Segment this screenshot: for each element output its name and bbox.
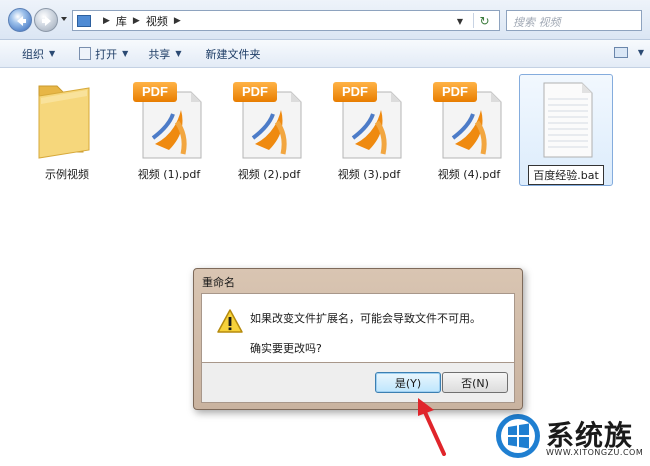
address-bar: ▶ 库 ▶ 视频 ▶ ▼ ↻ 搜索 视频 — [0, 0, 650, 40]
pdf-badge: PDF — [333, 82, 377, 102]
organize-button[interactable]: 组织 ▼ — [16, 43, 61, 65]
rename-warning-dialog: 重命名 如果改变文件扩展名，可能会导致文件不可用。 确实要更改吗? 是(Y) 否… — [193, 268, 523, 410]
library-icon — [77, 14, 91, 27]
open-label: 打开 — [95, 47, 118, 61]
file-item-pdf-4[interactable]: PDF 视频 (4).pdf — [424, 74, 514, 182]
file-item-bat[interactable]: 百度经验.bat — [519, 74, 613, 186]
file-label: 示例视频 — [45, 168, 89, 181]
watermark-url: WWW.XITONGZU.COM — [546, 448, 644, 457]
view-mode-icon[interactable] — [614, 47, 628, 58]
pdf-badge: PDF — [233, 82, 277, 102]
file-item-pdf-3[interactable]: PDF 视频 (3).pdf — [324, 74, 414, 182]
open-button[interactable]: 打开 ▼ — [73, 43, 134, 65]
refresh-icon[interactable]: ↻ — [473, 13, 495, 28]
warning-icon — [217, 309, 243, 333]
pdf-file-icon: PDF — [429, 74, 509, 162]
file-label: 视频 (2).pdf — [237, 168, 301, 181]
no-button[interactable]: 否(N) — [442, 372, 508, 393]
pdf-badge: PDF — [433, 82, 477, 102]
batch-file-icon — [526, 75, 606, 162]
dialog-body: 如果改变文件扩展名，可能会导致文件不可用。 确实要更改吗? — [201, 293, 515, 363]
file-label: 视频 (1).pdf — [137, 168, 201, 181]
dialog-message: 如果改变文件扩展名，可能会导致文件不可用。 — [250, 312, 481, 325]
recent-pages-dropdown-icon[interactable] — [60, 15, 68, 23]
chevron-down-icon: ▼ — [49, 49, 56, 58]
address-path-box[interactable]: ▶ 库 ▶ 视频 ▶ ▼ ↻ — [72, 10, 500, 31]
path-history-dropdown-icon[interactable]: ▼ — [457, 17, 463, 26]
new-folder-button[interactable]: 新建文件夹 — [199, 43, 266, 65]
view-dropdown-icon[interactable]: ▼ — [638, 48, 644, 57]
file-item-pdf-2[interactable]: PDF 视频 (2).pdf — [224, 74, 314, 182]
chevron-right-icon[interactable]: ▶ — [174, 16, 181, 26]
breadcrumb-videos[interactable]: 视频 — [146, 13, 168, 29]
share-label: 共享 — [148, 47, 171, 61]
search-input[interactable]: 搜索 视频 — [506, 10, 642, 31]
windows-logo-icon — [496, 414, 540, 458]
chevron-down-icon: ▼ — [175, 49, 182, 58]
share-button[interactable]: 共享 ▼ — [142, 43, 187, 65]
new-folder-label: 新建文件夹 — [205, 47, 261, 61]
command-toolbar: 组织 ▼ 打开 ▼ 共享 ▼ 新建文件夹 ▼ — [0, 40, 650, 68]
forward-button[interactable] — [34, 8, 58, 32]
dialog-footer: 是(Y) 否(N) — [201, 363, 515, 403]
file-label: 视频 (3).pdf — [337, 168, 401, 181]
dialog-title: 重命名 — [202, 276, 235, 289]
watermark: 系统族 WWW.XITONGZU.COM — [494, 412, 644, 462]
arrow-left-icon — [17, 16, 26, 26]
pdf-file-icon: PDF — [229, 74, 309, 162]
pdf-file-icon: PDF — [329, 74, 409, 162]
rename-input[interactable]: 百度经验.bat — [528, 165, 604, 185]
pdf-badge: PDF — [133, 82, 177, 102]
yes-button[interactable]: 是(Y) — [375, 372, 441, 393]
organize-label: 组织 — [22, 47, 44, 61]
back-button[interactable] — [8, 8, 32, 32]
file-item-folder[interactable]: 示例视频 — [22, 74, 112, 182]
chevron-right-icon[interactable]: ▶ — [103, 16, 110, 26]
pdf-file-icon: PDF — [129, 74, 209, 162]
arrow-right-icon — [42, 16, 51, 26]
file-label: 视频 (4).pdf — [437, 168, 501, 181]
annotation-arrow-icon — [418, 398, 446, 456]
dialog-question: 确实要更改吗? — [250, 342, 322, 355]
open-file-icon — [79, 47, 92, 60]
chevron-down-icon: ▼ — [122, 49, 129, 58]
chevron-right-icon[interactable]: ▶ — [133, 16, 140, 26]
folder-icon — [27, 74, 107, 162]
breadcrumb-library[interactable]: 库 — [116, 13, 127, 29]
file-item-pdf-1[interactable]: PDF 视频 (1).pdf — [124, 74, 214, 182]
